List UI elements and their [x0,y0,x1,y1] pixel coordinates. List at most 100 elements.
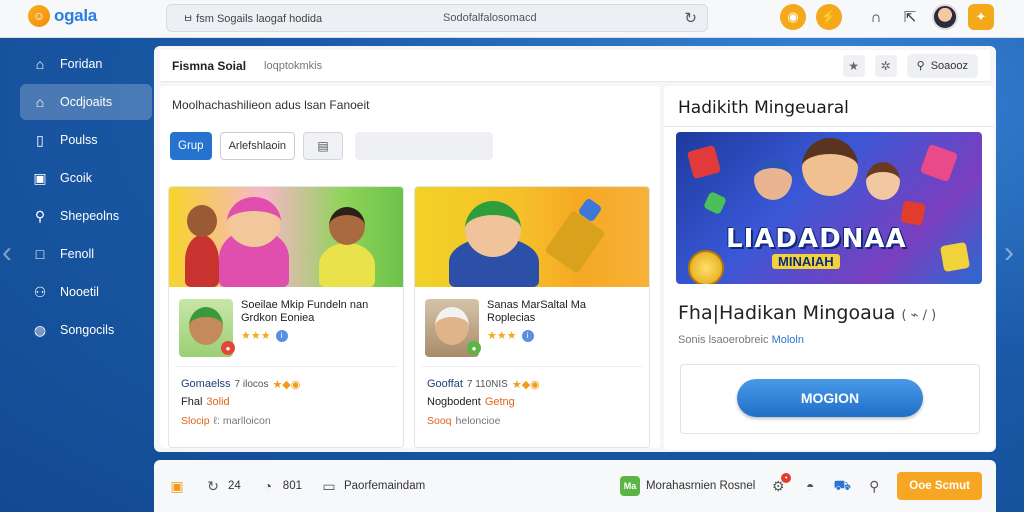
card-meta: Gooffat 7 110NIS ★◆◉ Nogbodent Getng Soo… [427,375,540,427]
page-title: Fismna Soial [172,58,247,73]
notification-icon[interactable]: ⚙ • [769,473,792,495]
message-item[interactable]: ▭ Paorfemaindam [320,477,425,495]
card-line3-accent: Sooq [427,415,452,427]
sidebar-item-0[interactable]: ⌂ Foridan [20,46,152,82]
home-icon: ⌂ [35,94,45,110]
chevron-right-icon[interactable]: › [1004,236,1014,270]
avatar: ● [179,299,235,357]
star-icon: ★★★ [487,330,517,342]
sidebar: ⌂ Foridan ⌂ Ocdjoaits ▯ Poulss ▣ Gcoik ⚲… [20,46,152,350]
star-icon[interactable]: ★ [842,54,865,77]
top-actions: ◉ ⚡ ∩ ⇱ ✦ [780,4,994,30]
page-subtitle: loqptokmkis [264,59,323,72]
filter-chips: Grup Arlefshlaoin ▤ [170,132,494,160]
logo-icon: ☺ [28,5,50,27]
user-icon: ⚇ [33,283,47,300]
user-avatar[interactable] [932,4,958,30]
filter-chip[interactable]: Arlefshlaoin [219,132,296,160]
sidebar-item-label: Shepeolns [60,209,120,223]
bottom-right: Ma Morahasrnien Rosnel ⚙ • ◓ ⛟ ⚲ Ooe Scmu… [619,472,982,500]
sidebar-item-5[interactable]: □ Fenoll [20,236,152,272]
app-logo[interactable]: ☺ ogala [28,5,97,27]
headset-icon[interactable]: ∩ [864,5,888,29]
group-chip[interactable]: Grup [170,132,212,160]
green-badge-item[interactable]: Ma Morahasrnien Rosnel [619,476,755,496]
reload-icon[interactable]: ↻ [684,9,697,27]
feature-name-text: Fha|Hadikan Mingoaua [678,302,896,324]
card-line2: Fhal [181,396,203,408]
sidebar-item-3[interactable]: ▣ Gcoik [20,160,152,196]
chevron-left-icon[interactable]: ‹ [2,236,12,270]
card-line3: ℓ: marlloicon [213,415,271,427]
coin-icon[interactable]: ◉ [780,4,806,30]
header-actions: ★ ✲ ⚲ Soaooz [842,53,978,78]
rating: ★★★ i [241,329,368,342]
sidebar-item-label: Gcoik [60,171,92,185]
notification-dot: • [781,473,792,483]
empty-chip[interactable] [355,132,494,160]
bolt-square-icon[interactable]: ✦ [968,4,994,30]
message-icon: ▭ [322,477,336,494]
feature-meta-link[interactable]: Mololn [772,334,804,346]
file-icon: ▯ [36,131,44,148]
card-title: Soeilae Mkip Fundeln nan [241,299,369,311]
feature-title: Hadikith Mingeuaral [678,98,849,118]
share-icon[interactable]: ⇱ [898,5,922,29]
bottom-bar: ▣ ↻ 24 ◔ 801 ▭ Paorfemaindam Ma Morahasr… [154,460,996,512]
feed-subheading: Moolhachashilieon adus lsan Fanoeit [172,98,370,112]
star-icon: ★★★ [241,330,271,342]
card-author: Gooffat [427,378,463,390]
search-button[interactable]: ⚲ Soaooz [906,53,978,78]
search-icon[interactable]: ⚲ [865,477,883,495]
inbox-item[interactable]: ▣ [168,477,186,495]
comment-item[interactable]: ◔ 801 [259,477,302,495]
search-icon: ⚲ [916,60,925,72]
cta-button[interactable]: Ooe Scmut [897,472,982,500]
card-line2: Nogbodent [427,396,481,408]
sidebar-item-2[interactable]: ▯ Poulss [20,122,152,158]
info-icon: i [275,329,288,342]
mask-icon[interactable]: ◓ [801,477,819,495]
shield-icon: ◍ [33,321,47,338]
bolt-icon[interactable]: ⚡ [816,4,842,30]
rating: ★★★ i [487,329,586,342]
card-info: ● Sanas MarSaltal Ma Roplecias ★★★ i [421,295,643,367]
card-title: Sanas MarSaltal Ma [487,299,587,311]
hero-subtitle: MINAIAH [772,254,840,269]
main-panel: Fismna Soial loqptokmkis ★ ✲ ⚲ Soaooz Mo… [154,46,996,452]
card-line3-accent: Slocip [181,415,210,427]
chart-icon: ▣ [33,169,47,186]
badges-icon: ★◆◉ [272,378,301,391]
top-bar: ☺ ogala ㅂ fsm Sogails laogaf hodida Sodo… [0,0,1024,38]
badge-icon: ● [467,341,481,355]
card-line2-accent: 3olid [206,396,230,408]
card-count: 7 ilocos [234,378,269,390]
settings-icon[interactable]: ✲ [874,54,897,77]
message-label: Paorfemaindam [343,480,426,492]
document-icon[interactable]: ▤ [303,132,344,160]
cart-icon[interactable]: ⛟ [833,477,851,495]
play-button[interactable]: MOGION [737,379,923,417]
feature-hero-image[interactable]: LIADADNAA MINAIAH [676,132,982,284]
logo-text: ogala [54,6,97,25]
sidebar-item-label: Foridan [60,57,103,71]
game-card[interactable]: ● Soeilae Mkip Fundeln nan Grdkon Eoniea… [168,186,404,448]
repost-count: 24 [228,480,241,492]
repost-item[interactable]: ↻ 24 [204,477,241,495]
sidebar-item-4[interactable]: ⚲ Shepeolns [20,198,152,234]
search-icon: ⚲ [34,207,46,224]
feed-column: Moolhachashilieon adus lsan Fanoeit Grup… [160,86,660,448]
card-count: 7 110NIS [466,378,508,390]
badge-icon: ● [221,341,235,355]
sidebar-item-1[interactable]: ⌂ Ocdjoaits [20,84,152,120]
game-card[interactable]: ● Sanas MarSaltal Ma Roplecias ★★★ i Goo… [414,186,650,448]
sidebar-item-6[interactable]: ⚇ Nooetil [20,274,152,310]
info-icon: i [521,329,534,342]
main-header: Fismna Soial loqptokmkis ★ ✲ ⚲ Soaooz [160,50,990,82]
address-bar[interactable]: ㅂ fsm Sogails laogaf hodida Sodofalfalos… [166,4,708,32]
sidebar-item-7[interactable]: ◍ Songocils [20,312,152,348]
card-meta: Gomaelss 7 ilocos ★◆◉ Fhal 3olid Slocip … [181,375,300,427]
card-author: Gomaelss [181,378,231,390]
play-box: MOGION [680,364,980,434]
address-left-text: ㅂ fsm Sogails laogaf hodida [183,13,323,25]
